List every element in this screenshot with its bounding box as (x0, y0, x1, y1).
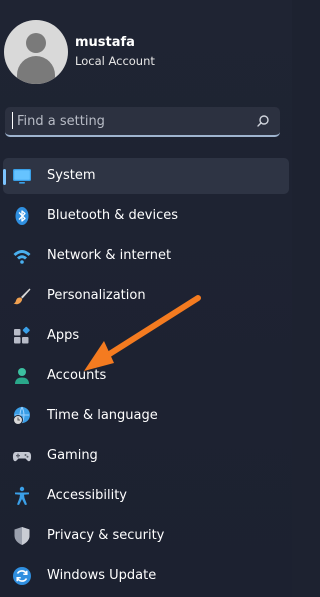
selection-indicator (3, 169, 6, 185)
bluetooth-icon (15, 207, 29, 225)
wifi-icon (13, 250, 31, 264)
nav-item-apps[interactable]: Apps (3, 318, 289, 354)
settings-sidebar: mustafa Local Account System Blu (0, 0, 292, 597)
gamepad-icon (12, 452, 32, 462)
user-name: mustafa (75, 35, 135, 50)
nav-item-windows-update[interactable]: Windows Update (3, 558, 289, 594)
nav-item-system[interactable]: System (3, 158, 289, 194)
nav-label: Personalization (47, 288, 146, 303)
nav-label: Bluetooth & devices (47, 208, 178, 223)
search-input[interactable] (17, 111, 247, 131)
person-icon (15, 368, 29, 384)
paintbrush-icon (13, 288, 31, 305)
account-type: Local Account (75, 54, 155, 68)
nav-item-bluetooth[interactable]: Bluetooth & devices (3, 198, 289, 234)
search-icon[interactable] (256, 114, 270, 128)
nav-item-time-language[interactable]: Time & language (3, 398, 289, 434)
nav-item-accessibility[interactable]: Accessibility (3, 478, 289, 514)
avatar[interactable] (4, 20, 68, 84)
text-cursor (12, 112, 13, 129)
accessibility-icon (15, 486, 29, 505)
nav-label: Apps (47, 328, 80, 343)
monitor-icon (13, 169, 31, 184)
nav-item-network[interactable]: Network & internet (3, 238, 289, 274)
shield-icon (14, 527, 30, 545)
nav-label: System (47, 168, 96, 183)
apps-icon (14, 326, 30, 344)
user-profile[interactable]: mustafa Local Account (4, 20, 155, 84)
nav-label: Network & internet (47, 248, 172, 263)
nav-item-privacy-security[interactable]: Privacy & security (3, 518, 289, 554)
nav-list: System Bluetooth & devices Network & int… (3, 158, 289, 597)
nav-item-gaming[interactable]: Gaming (3, 438, 289, 474)
nav-label: Accessibility (47, 488, 127, 503)
nav-item-accounts[interactable]: Accounts (3, 358, 289, 394)
nav-label: Privacy & security (47, 528, 165, 543)
nav-label: Gaming (47, 448, 98, 463)
nav-label: Accounts (47, 368, 107, 383)
nav-label: Time & language (47, 408, 158, 423)
search-box[interactable] (5, 107, 280, 137)
globe-clock-icon (13, 406, 30, 425)
nav-label: Windows Update (47, 568, 157, 583)
nav-item-personalization[interactable]: Personalization (3, 278, 289, 314)
update-icon (13, 567, 31, 585)
